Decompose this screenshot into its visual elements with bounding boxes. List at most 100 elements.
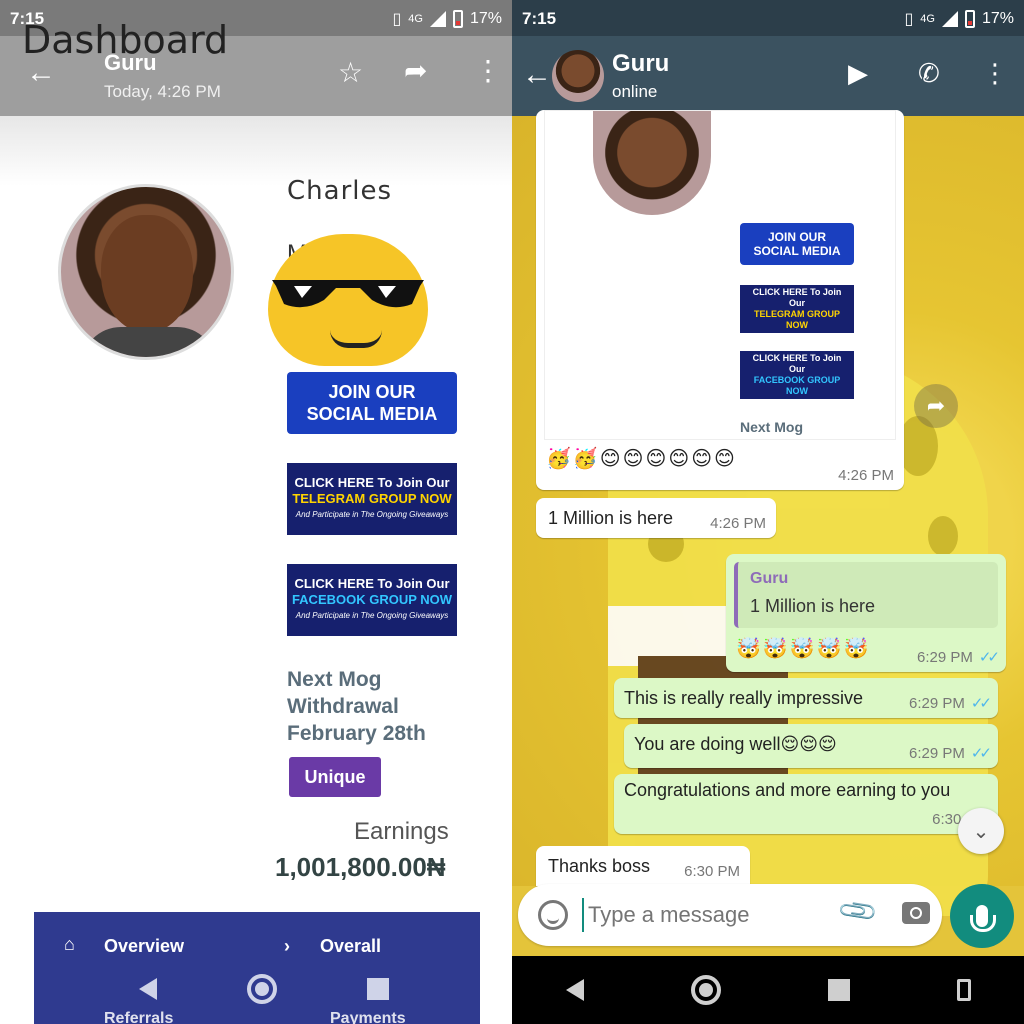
message-text: Thanks boss xyxy=(548,856,651,876)
battery-percent: 17% xyxy=(469,10,502,27)
more-vert-icon[interactable]: ⋮ xyxy=(474,54,502,87)
home-nav-icon xyxy=(247,974,277,1004)
message-bubble[interactable]: This is really really impressive 6:29 PM… xyxy=(614,678,998,718)
nav-payments[interactable]: Payments xyxy=(330,1010,406,1024)
compose-bar: 📎 xyxy=(512,884,1024,954)
mic-button[interactable] xyxy=(950,884,1014,948)
vibrate-icon: ▯ xyxy=(392,11,402,28)
image-caption-emojis: 🥳🥳😊😊😊😊😊😊 xyxy=(546,448,737,470)
message-time: 6:29 PM xyxy=(916,649,973,666)
banner-text: JOIN OUR xyxy=(328,382,416,402)
join-social-media-banner: JOIN OUR SOCIAL MEDIA xyxy=(740,223,854,265)
read-ticks-icon: ✓✓ xyxy=(970,745,992,762)
next-mog-label: Next Mog xyxy=(740,419,803,435)
phone-icon[interactable]: ✆ xyxy=(918,58,940,89)
forward-icon[interactable]: ➦ xyxy=(914,384,958,428)
battery-icon xyxy=(452,10,463,28)
scroll-to-bottom-button[interactable]: ⌄ xyxy=(958,808,1004,854)
facebook-group-banner[interactable]: CLICK HERE To Join Our FACEBOOK GROUP NO… xyxy=(287,564,457,636)
network-label: 4G xyxy=(408,13,423,25)
contact-avatar[interactable] xyxy=(552,50,604,102)
quoted-text: 1 Million is here xyxy=(750,596,876,616)
chevron-right-icon: › xyxy=(284,936,290,956)
chat-wallpaper: JOIN OUR SOCIAL MEDIA CLICK HERE To Join… xyxy=(512,110,1024,916)
signal-icon xyxy=(941,11,958,27)
banner-text: And Participate in The Ongoing Giveaways xyxy=(295,611,449,620)
right-screenshot: 7:15 ▯ 4G 17% ← Guru online ▶ ✆ ⋮ JOIN O… xyxy=(512,0,1024,1024)
banner-text: SOCIAL MEDIA xyxy=(753,244,841,258)
message-text: This is really really impressive xyxy=(624,688,864,708)
banner-text: JOIN OUR xyxy=(767,230,826,244)
header-gradient xyxy=(0,116,512,186)
message-input-container: 📎 xyxy=(518,884,942,946)
signal-icon xyxy=(429,11,446,27)
banner-text: SOCIAL MEDIA xyxy=(306,404,438,424)
banner-text: FACEBOOK GROUP NOW xyxy=(291,592,453,607)
home-nav-icon[interactable] xyxy=(690,975,721,1005)
star-icon[interactable]: ☆ xyxy=(338,56,363,89)
status-bar: 7:15 ▯ 4G 17% xyxy=(512,0,1024,38)
message-text: Congratulations and more earning to you xyxy=(624,780,951,800)
read-ticks-icon: ✓✓ xyxy=(970,695,992,712)
battery-percent: 17% xyxy=(981,10,1014,27)
nav-overview[interactable]: Overview xyxy=(104,936,184,957)
recents-nav-icon xyxy=(367,978,389,1000)
sunglasses-emoji-icon xyxy=(268,234,428,366)
recents-nav-icon[interactable] xyxy=(827,979,850,1001)
telegram-group-banner[interactable]: CLICK HERE To Join Our TELEGRAM GROUP NO… xyxy=(287,463,457,535)
banner-text: CLICK HERE To Join Our xyxy=(752,353,842,374)
telegram-group-banner: CLICK HERE To Join Our TELEGRAM GROUP NO… xyxy=(740,285,854,333)
profile-name: Charles xyxy=(287,176,393,206)
quoted-author: Guru xyxy=(750,570,789,587)
unique-badge: Unique xyxy=(289,757,381,797)
attach-icon[interactable]: 📎 xyxy=(836,889,881,934)
banner-text: TELEGRAM GROUP NOW xyxy=(292,491,452,506)
overlay-softkeys xyxy=(94,972,434,1006)
next-withdrawal-info: Next Mog Withdrawal February 28th xyxy=(287,666,426,747)
video-call-icon[interactable]: ▶ xyxy=(848,58,868,89)
banner-text: And Participate in The Ongoing Giveaways xyxy=(295,510,449,519)
join-social-media-banner[interactable]: JOIN OUR SOCIAL MEDIA xyxy=(287,372,457,434)
next-withdrawal-line: Withdrawal xyxy=(287,695,399,718)
mic-icon xyxy=(970,905,996,932)
banner-text: TELEGRAM GROUP NOW xyxy=(753,309,840,330)
rotate-icon[interactable] xyxy=(956,979,971,1001)
contact-name[interactable]: Guru xyxy=(612,50,669,78)
earnings-label: Earnings xyxy=(354,818,449,845)
facebook-group-banner: CLICK HERE To Join Our FACEBOOK GROUP NO… xyxy=(740,351,854,399)
message-bubble[interactable]: Thanks boss 6:30 PM xyxy=(536,846,750,886)
quoted-message[interactable]: Guru 1 Million is here xyxy=(734,562,998,628)
reply-message-bubble[interactable]: Guru 1 Million is here 🤯🤯🤯🤯🤯 6:29 PM ✓✓ xyxy=(726,554,1006,672)
forward-icon[interactable]: ➦ xyxy=(404,54,427,87)
message-time: 4:26 PM xyxy=(838,467,894,484)
more-vert-icon[interactable]: ⋮ xyxy=(982,58,1008,89)
nav-overall[interactable]: Overall xyxy=(320,936,381,957)
camera-icon[interactable] xyxy=(902,902,930,924)
message-input[interactable] xyxy=(582,898,822,932)
next-withdrawal-line: February 28th xyxy=(287,722,426,745)
back-arrow-icon[interactable]: ← xyxy=(522,58,552,92)
nav-referrals[interactable]: Referrals xyxy=(104,1010,173,1024)
contact-presence: online xyxy=(612,82,658,101)
shared-screenshot[interactable]: JOIN OUR SOCIAL MEDIA CLICK HERE To Join… xyxy=(544,110,896,440)
next-withdrawal-line: Next Mog xyxy=(287,668,382,691)
home-icon: ⌂ xyxy=(64,934,75,954)
dashboard-title: Dashboard xyxy=(22,18,229,62)
status-time: 7:15 xyxy=(522,9,557,28)
message-bubble[interactable]: Congratulations and more earning to you … xyxy=(614,774,998,834)
message-text: 1 Million is here xyxy=(548,508,674,528)
dashboard-nav-card: ⌂ Overview › Overall Referrals Payments xyxy=(34,912,480,1024)
back-nav-icon[interactable] xyxy=(565,979,584,1001)
message-bubble[interactable]: 1 Million is here 4:26 PM xyxy=(536,498,776,538)
banner-text: CLICK HERE To Join Our xyxy=(752,287,842,308)
image-message[interactable]: JOIN OUR SOCIAL MEDIA CLICK HERE To Join… xyxy=(536,110,904,490)
message-time: 6:29 PM xyxy=(908,695,965,712)
back-nav-icon xyxy=(139,978,157,1000)
read-ticks-icon: ✓✓ xyxy=(978,649,1000,666)
emoji-icon[interactable] xyxy=(538,900,568,930)
message-bubble[interactable]: You are doing well😌😌😌 6:29 PM ✓✓ xyxy=(624,724,998,768)
banner-text: FACEBOOK GROUP NOW xyxy=(753,375,841,396)
left-screenshot: 7:15 ▯ 4G 17% ← Guru Today, 4:26 PM ☆ ➦ … xyxy=(0,0,512,1024)
banner-text: CLICK HERE To Join Our xyxy=(294,475,450,490)
message-time: 6:30 PM xyxy=(684,863,740,880)
